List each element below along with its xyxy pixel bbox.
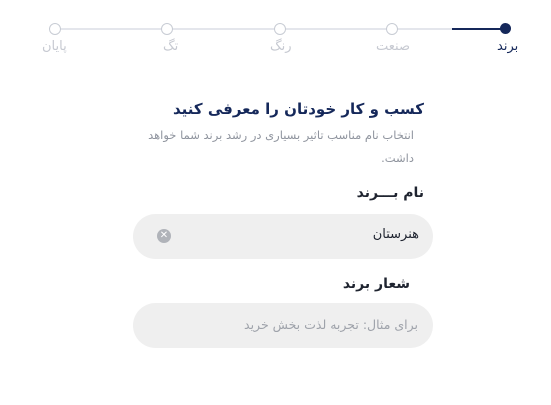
slogan-label: شعار برند	[342, 276, 410, 292]
step-label-finish[interactable]: پایان	[42, 39, 67, 54]
slogan-input[interactable]: برای مثال: تجربه لذت بخش خرید	[133, 303, 433, 348]
brand-name-input[interactable]: هنرستان ✕	[133, 214, 433, 259]
step-dot-brand[interactable]	[500, 23, 511, 34]
page-title: کسب و کار خودتان را معرفی کنید	[173, 100, 424, 118]
close-circle-icon[interactable]: ✕	[157, 229, 171, 243]
step-label-industry[interactable]: صنعت	[376, 39, 410, 54]
step-dot-color[interactable]	[274, 23, 286, 35]
step-label-tag[interactable]: تگ	[163, 39, 178, 54]
brand-name-value[interactable]: هنرستان	[373, 227, 419, 242]
step-dot-tag[interactable]	[161, 23, 173, 35]
page-description: انتخاب نام مناسب تاثیر بسیاری در رشد برن…	[148, 128, 414, 165]
step-dot-industry[interactable]	[386, 23, 398, 35]
step-label-color[interactable]: رنگ	[270, 39, 292, 54]
slogan-placeholder[interactable]: برای مثال: تجربه لذت بخش خرید	[244, 317, 418, 332]
progress-stepper: برند صنعت رنگ تگ پایان	[0, 0, 551, 60]
brand-setup-page: برند صنعت رنگ تگ پایان کسب و کار خودتان …	[0, 0, 551, 405]
step-label-brand[interactable]: برند	[497, 39, 518, 54]
step-dot-finish[interactable]	[49, 23, 61, 35]
stepper-progress	[452, 28, 506, 30]
brand-name-label: نام بـــرند	[356, 185, 424, 201]
